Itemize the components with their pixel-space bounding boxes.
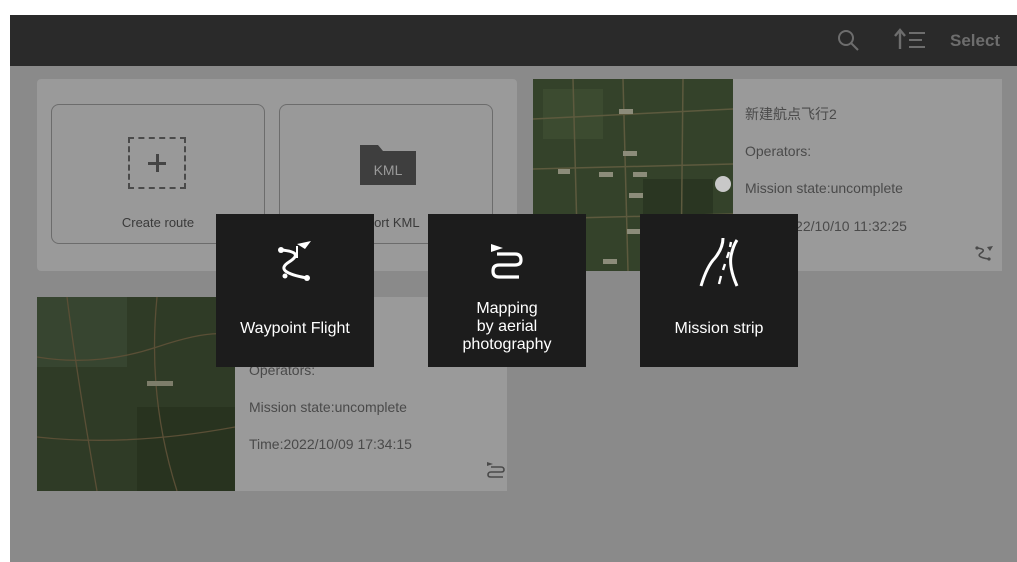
mission-strip-icon [699, 237, 739, 287]
aerial-mapping-button[interactable]: Mapping by aerial photography [428, 214, 586, 367]
mission-name: 新建航点飞行2 [745, 106, 837, 122]
aerial-mapping-label-line: Mapping [476, 300, 538, 317]
aerial-mapping-icon [487, 462, 505, 478]
aerial-mapping-icon [491, 244, 523, 279]
sort-icon[interactable] [894, 27, 926, 53]
mission-state: Mission state:uncomplete [249, 399, 407, 415]
top-bar: Select [10, 15, 1017, 66]
mission-strip-label: Mission strip [674, 320, 764, 337]
aerial-mapping-label-line: photography [462, 335, 552, 353]
aerial-mapping-label-line: by aerial [476, 317, 538, 335]
map-thumbnail [37, 297, 235, 491]
route-library-screen: Select Create route KML Import KML 新建航点飞… [10, 15, 1017, 562]
waypoint-flight-label: Waypoint Flight [240, 320, 350, 337]
mission-state: Mission state:uncomplete [745, 180, 903, 196]
mission-operators: Operators: [745, 143, 812, 159]
kml-folder-icon: KML [360, 145, 416, 185]
waypoint-flight-icon [278, 241, 311, 281]
search-icon[interactable] [836, 28, 860, 52]
add-route-icon [128, 137, 186, 189]
select-button[interactable]: Select [950, 31, 1000, 51]
aerial-mapping-label: Mapping by aerial photography [428, 300, 586, 354]
waypoint-flight-icon [975, 246, 993, 261]
mission-strip-button[interactable]: Mission strip [640, 214, 798, 367]
waypoint-flight-button[interactable]: Waypoint Flight [216, 214, 374, 367]
mission-time: Time:2022/10/09 17:34:15 [249, 436, 412, 452]
kml-badge: KML [374, 162, 403, 178]
